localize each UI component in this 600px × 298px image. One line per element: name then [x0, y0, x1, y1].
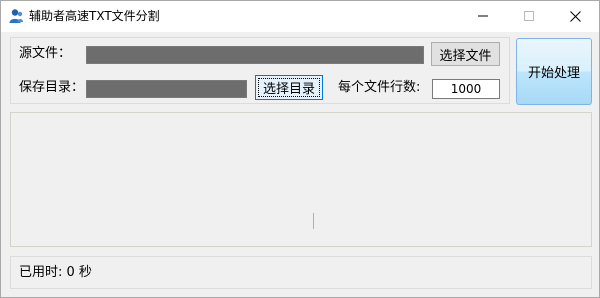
- elapsed-time-status: 已用时: 0 秒: [19, 265, 92, 280]
- log-area[interactable]: [10, 112, 592, 247]
- source-file-field[interactable]: [86, 46, 424, 64]
- text-caret: [313, 213, 314, 229]
- save-directory-label: 保存目录：: [19, 80, 85, 95]
- start-processing-button[interactable]: 开始处理: [516, 38, 592, 105]
- lines-per-file-input[interactable]: [432, 79, 500, 99]
- window-title: 辅助者高速TXT文件分割: [29, 9, 160, 23]
- save-directory-field[interactable]: [86, 80, 247, 98]
- maximize-button[interactable]: [506, 1, 552, 31]
- app-window: 辅助者高速TXT文件分割 源文件： 选择文件 保存目录： 选择目录 每个文件行数…: [0, 0, 600, 298]
- minimize-icon: [478, 15, 488, 17]
- close-button[interactable]: [552, 1, 598, 31]
- close-icon: [569, 10, 581, 22]
- status-bar: [10, 256, 592, 289]
- choose-directory-button[interactable]: 选择目录: [255, 75, 323, 100]
- title-bar[interactable]: 辅助者高速TXT文件分割: [1, 1, 599, 32]
- choose-file-button[interactable]: 选择文件: [431, 42, 500, 66]
- lines-per-file-label: 每个文件行数:: [338, 80, 421, 95]
- minimize-button[interactable]: [460, 1, 506, 31]
- source-file-label: 源文件：: [19, 46, 72, 61]
- maximize-icon: [524, 11, 534, 21]
- app-person-icon: [8, 8, 24, 24]
